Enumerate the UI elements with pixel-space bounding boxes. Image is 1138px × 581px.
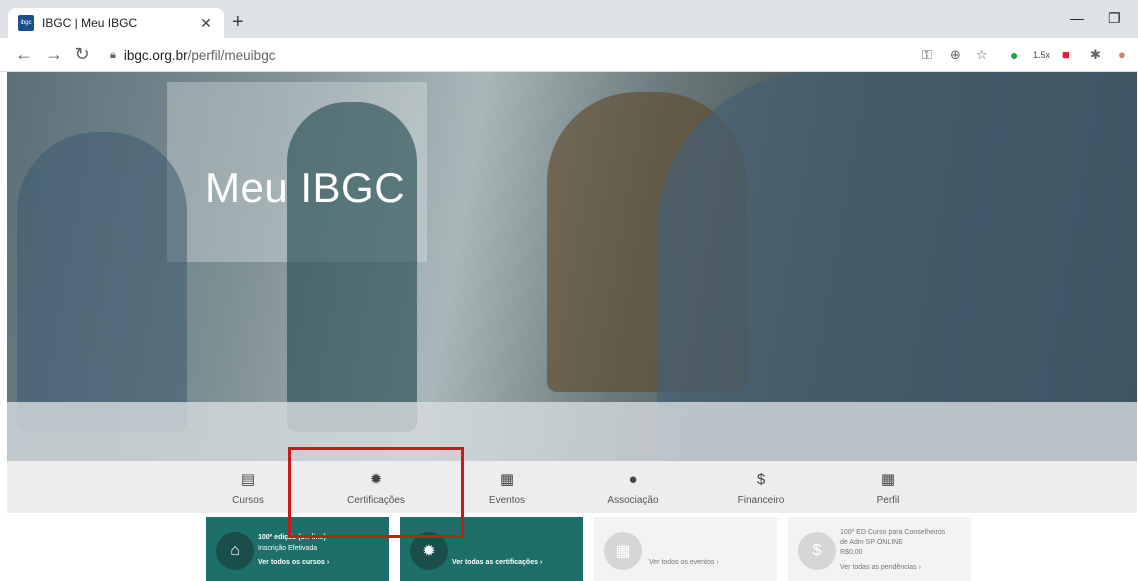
nav-label: Eventos <box>488 495 526 506</box>
minimize-icon[interactable]: — <box>1070 10 1084 26</box>
browser-toolbar: ← → ↻ 🔒︎ ibgc.org.br/perfil/meuibgc ⚿ ⊕ … <box>0 38 1138 72</box>
card-financeiro[interactable]: $ 100º ED Curso para Conselheiros de Adm… <box>788 517 971 581</box>
nav-certificacoes[interactable]: ✹ Certificações <box>316 471 436 506</box>
tab-strip: ibgc IBGC | Meu IBGC ✕ + — ❐ <box>0 0 1138 38</box>
close-tab-icon[interactable]: ✕ <box>198 15 214 32</box>
nav-eventos[interactable]: ▦ Eventos <box>447 471 567 506</box>
see-all-events-link[interactable]: Ver todos os eventos › <box>649 559 719 566</box>
card-pending-subtitle: de Adm SP ONLINE <box>840 539 903 546</box>
extensions-puzzle-icon[interactable]: ✱ <box>1090 47 1101 63</box>
see-all-pending-link[interactable]: Ver todas as pendências › <box>840 564 921 571</box>
card-certificacoes[interactable]: ✹ Ver todas as certificações › <box>400 517 583 581</box>
extension-green-icon[interactable]: ● <box>1010 47 1018 63</box>
hero-banner: Meu IBGC <box>7 72 1137 461</box>
lock-icon[interactable]: 🔒︎ <box>110 49 116 62</box>
profile-avatar-icon[interactable]: ● <box>1118 47 1126 62</box>
home-icon: ⌂ <box>216 532 254 570</box>
calendar-icon: ▦ <box>499 471 515 488</box>
tab-title: IBGC | Meu IBGC <box>42 16 138 30</box>
table-icon: ▦ <box>880 471 896 488</box>
card-pending-amount: R$0,00 <box>840 549 863 556</box>
nav-label: Associação <box>607 495 659 506</box>
profile-nav: ▤ Cursos ✹ Certificações ▦ Eventos ● Ass… <box>7 461 1137 513</box>
card-cursos[interactable]: ⌂ 100º edição (on-line) Inscrição Efetiv… <box>206 517 389 581</box>
nav-label: Financeiro <box>737 495 785 506</box>
page-title: Meu IBGC <box>205 164 406 211</box>
certificate-icon: ✹ <box>369 471 383 488</box>
dollar-icon: $ <box>798 532 836 570</box>
zoom-badge[interactable]: 1.5x <box>1033 50 1050 60</box>
card-course-title: 100º edição (on-line) <box>258 534 326 541</box>
browser-tab[interactable]: ibgc IBGC | Meu IBGC ✕ <box>8 8 224 38</box>
star-icon[interactable]: ☆ <box>976 47 988 63</box>
zoom-icon[interactable]: ⊕ <box>950 47 961 63</box>
nav-financeiro[interactable]: $ Financeiro <box>701 471 821 506</box>
reload-icon[interactable]: ↻ <box>72 44 92 65</box>
nav-label: Perfil <box>876 495 900 506</box>
nav-associacao[interactable]: ● Associação <box>573 471 693 506</box>
nav-perfil[interactable]: ▦ Perfil <box>828 471 948 506</box>
hero-photo-table-shape <box>7 402 1137 461</box>
restore-icon[interactable]: ❐ <box>1108 10 1121 27</box>
back-icon[interactable]: ← <box>14 44 34 65</box>
card-eventos[interactable]: ▦ Ver todos os eventos › <box>594 517 777 581</box>
nav-cursos[interactable]: ▤ Cursos <box>188 471 308 506</box>
book-icon: ▤ <box>240 471 256 488</box>
url-host: ibgc.org.br <box>123 47 188 63</box>
forward-icon[interactable]: → <box>44 44 64 65</box>
person-icon: ● <box>628 471 638 488</box>
nav-label: Cursos <box>232 495 264 506</box>
url-path: /perfil/meuibgc <box>187 47 276 63</box>
card-status: Inscrição Efetivada <box>258 545 318 552</box>
hero-photo-person-shape <box>17 132 187 432</box>
dollar-icon: $ <box>756 471 766 488</box>
hero-photo-person-shape <box>287 102 417 432</box>
card-pending-title: 100º ED Curso para Conselheiros <box>840 529 946 536</box>
see-all-certifications-link[interactable]: Ver todas as certificações › <box>452 559 542 566</box>
extension-red-icon[interactable]: ■ <box>1062 47 1070 62</box>
address-bar[interactable]: 🔒︎ ibgc.org.br/perfil/meuibgc <box>104 42 984 68</box>
see-all-courses-link[interactable]: Ver todos os cursos › <box>258 559 329 566</box>
new-tab-button[interactable]: + <box>232 11 244 34</box>
nav-label: Certificações <box>347 495 405 506</box>
certificate-icon: ✹ <box>410 532 448 570</box>
favicon-icon: ibgc <box>18 15 34 31</box>
calendar-icon: ▦ <box>604 532 642 570</box>
key-icon[interactable]: ⚿ <box>922 47 932 63</box>
